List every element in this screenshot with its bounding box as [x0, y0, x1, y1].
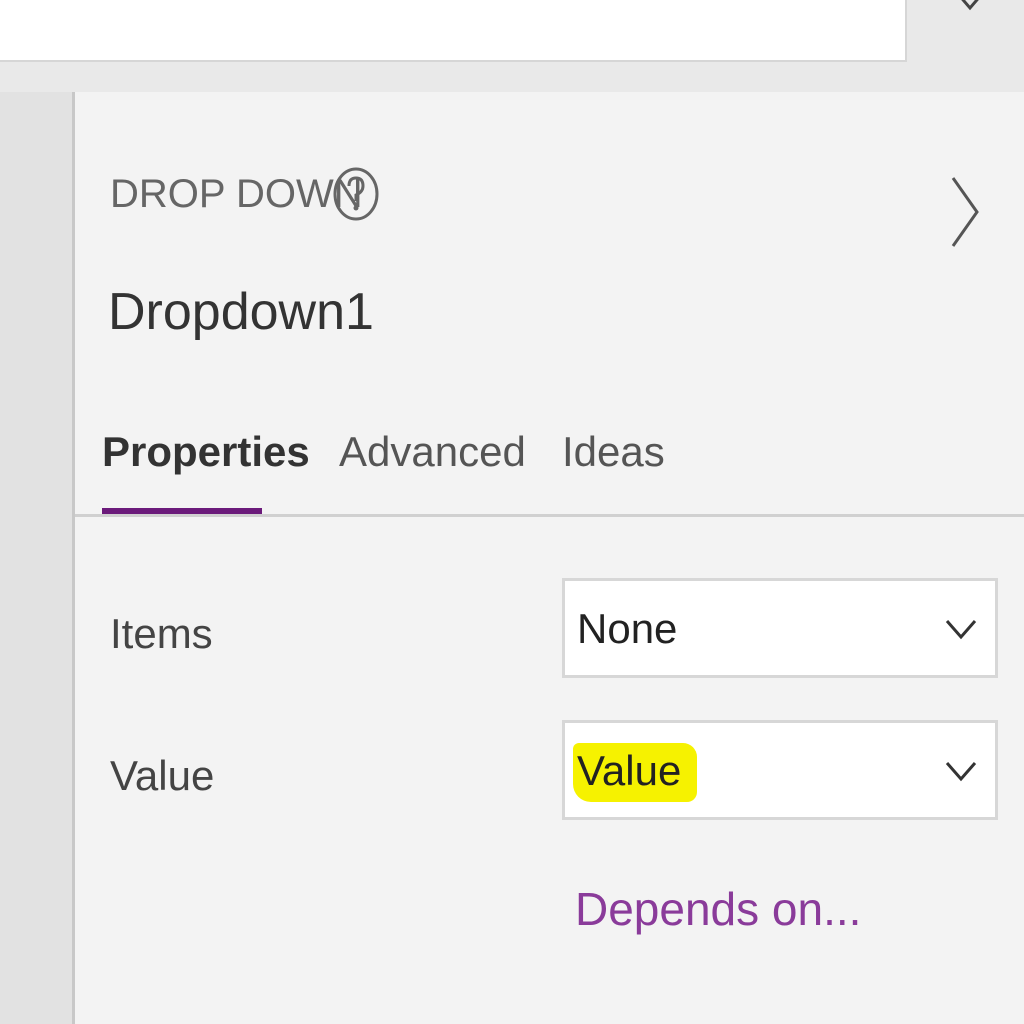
control-name: Dropdown1: [108, 283, 374, 341]
items-dropdown[interactable]: None: [562, 578, 998, 678]
items-dropdown-value: None: [577, 605, 678, 652]
tab-properties[interactable]: Properties: [102, 428, 310, 476]
value-dropdown-value: Value: [573, 743, 698, 802]
chevron-down-icon: [945, 762, 977, 782]
value-label: Value: [110, 752, 215, 799]
highlighted-value: Value: [573, 743, 698, 802]
tabs-divider: [75, 514, 1024, 517]
left-gutter: [0, 92, 75, 1024]
properties-panel: DROP DOWN Dropdown1 Properties Advanced …: [75, 92, 1024, 1024]
chevron-right-icon[interactable]: [945, 172, 985, 252]
control-type-label: DROP DOWN: [110, 172, 363, 216]
depends-on-link[interactable]: Depends on...: [575, 882, 861, 936]
chevron-down-icon[interactable]: [950, 0, 990, 18]
items-label: Items: [110, 610, 213, 657]
top-bar: [0, 0, 1024, 92]
value-dropdown[interactable]: Value: [562, 720, 998, 820]
tab-ideas[interactable]: Ideas: [562, 428, 665, 476]
help-icon[interactable]: [332, 166, 380, 222]
tab-advanced[interactable]: Advanced: [339, 428, 526, 476]
panel-tabs: Properties Advanced Ideas: [102, 422, 1024, 516]
chevron-down-icon: [945, 620, 977, 640]
formula-input[interactable]: [0, 0, 907, 62]
